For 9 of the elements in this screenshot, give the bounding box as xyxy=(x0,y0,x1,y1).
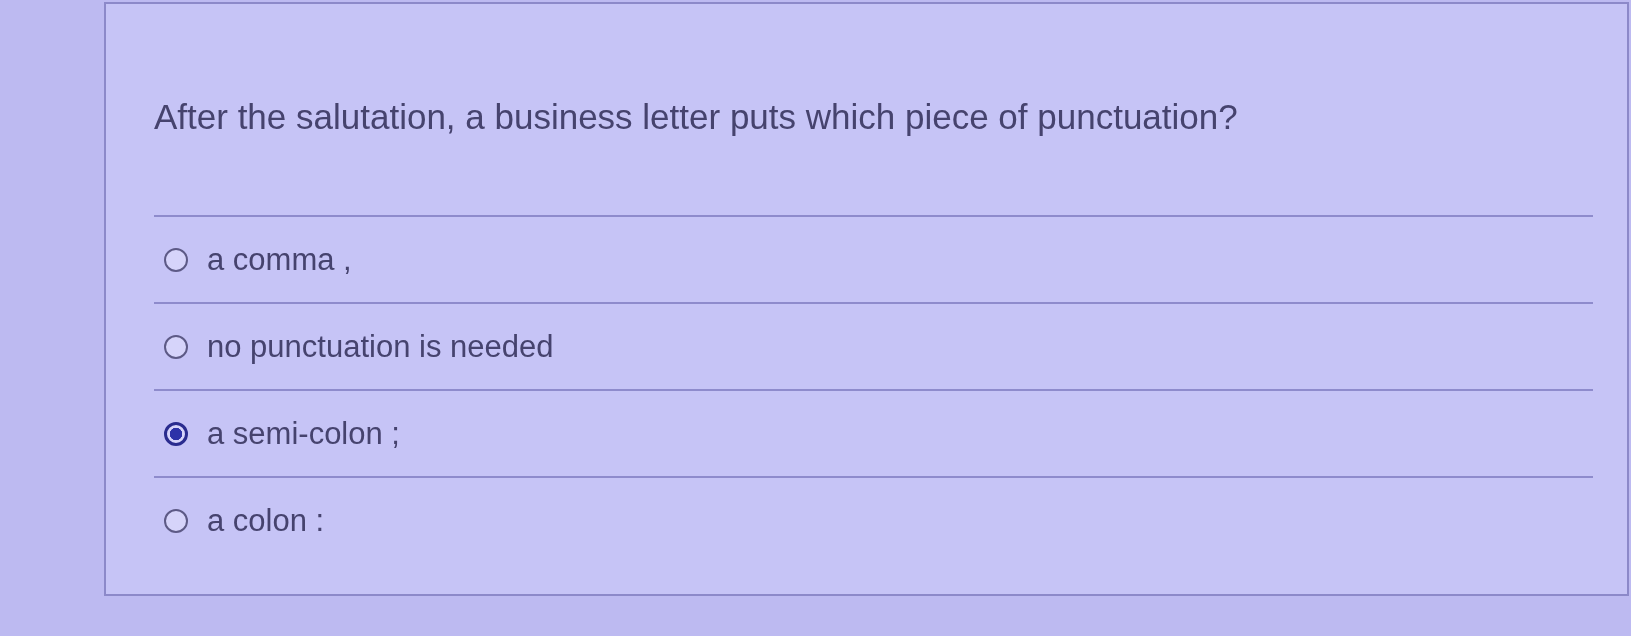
option-label[interactable]: a comma , xyxy=(207,240,352,279)
radio-button[interactable] xyxy=(164,247,188,272)
option-label[interactable]: a colon : xyxy=(207,501,325,540)
option-label[interactable]: a semi-colon ; xyxy=(207,414,400,453)
option-label[interactable]: no punctuation is needed xyxy=(207,327,554,366)
radio-button[interactable] xyxy=(164,421,188,446)
radio-button[interactable] xyxy=(164,334,188,359)
radio-button[interactable] xyxy=(164,508,188,533)
question-text: After the salutation, a business letter puts which piece of punctuation? xyxy=(154,96,1239,138)
